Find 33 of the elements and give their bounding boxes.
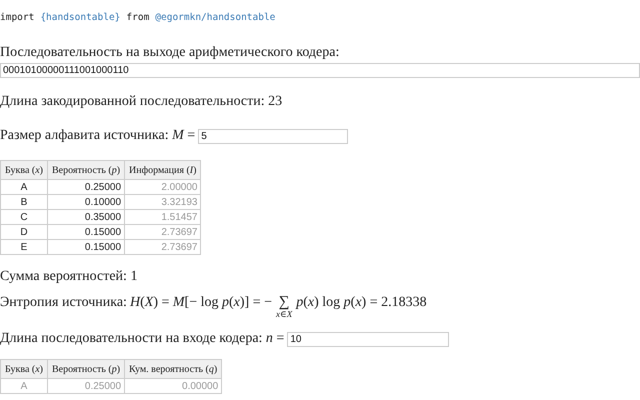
column-header: Буква (x) [0, 360, 48, 378]
alphabet-size-field[interactable]: 5 [198, 128, 348, 144]
encoded-length-text: Длина закодированной последовательности: 23 [0, 94, 282, 110]
probability-sum-text: Сумма вероятностей: 1 [0, 269, 138, 285]
code-keyword: from [126, 12, 150, 23]
table-cell[interactable]: 0.10000 [48, 194, 125, 210]
table-cell[interactable]: 0.15000 [48, 224, 125, 240]
code-link[interactable]: @egormkn/handsontable [155, 12, 276, 23]
table-cell[interactable]: A [0, 180, 48, 194]
output-sequence-field[interactable]: 00010100000111001000110 [0, 63, 640, 78]
code-identifier: {handsontable} [40, 12, 120, 23]
table-cell[interactable]: E [0, 240, 48, 254]
input-length-field[interactable]: 10 [287, 332, 450, 346]
input-length-label: Длина последовательности на входе кодера: n = [0, 331, 284, 347]
code-keyword: import [0, 12, 34, 23]
column-header: Вероятность (p) [48, 160, 125, 180]
alphabet-size-label: Размер алфавита источника: M = [0, 128, 196, 144]
table-cell[interactable]: 0.25000 [48, 180, 125, 194]
column-header: Кум. вероятность (q) [124, 360, 222, 378]
column-header: Вероятность (p) [48, 360, 125, 378]
output-sequence-label: Последовательность на выходе арифметического кодера: [0, 45, 340, 61]
table-cell[interactable]: 0.15000 [48, 240, 125, 254]
entropy-formula: H(X) = M[− log p(x)] = − [130, 295, 272, 311]
entropy-label: Энтропия источника: [0, 295, 127, 311]
table-cell[interactable]: 0.35000 [48, 210, 125, 224]
column-header: Информация (I) [124, 160, 201, 180]
column-header: Буква (x) [0, 160, 48, 180]
sum-sign: ∑ [278, 295, 290, 310]
table-cell[interactable]: C [0, 210, 48, 224]
table-cell[interactable]: D [0, 224, 48, 240]
entropy-formula: p(x) log p(x) = 2.18338 [296, 295, 427, 311]
table-cell[interactable]: B [0, 194, 48, 210]
sum-subscript: x∈X [276, 310, 292, 319]
